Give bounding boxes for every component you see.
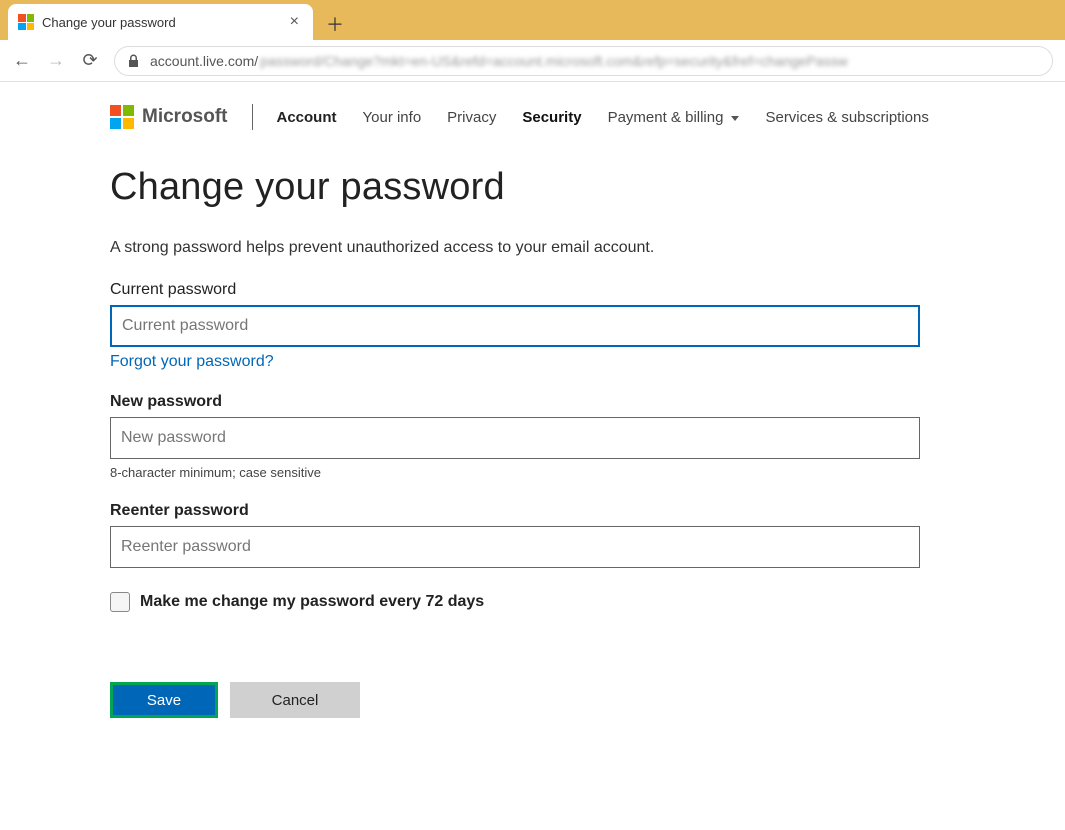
- change-every-72-days-checkbox[interactable]: [110, 592, 130, 612]
- microsoft-favicon-icon: [18, 14, 34, 30]
- reenter-password-label: Reenter password: [110, 502, 920, 520]
- microsoft-logo-text: Microsoft: [142, 106, 228, 128]
- nav-payment-billing[interactable]: Payment & billing: [608, 109, 740, 126]
- page-title: Change your password: [110, 166, 920, 209]
- browser-tab-bar: Change your password × ＋: [0, 0, 1065, 40]
- change-every-72-days-label: Make me change my password every 72 days: [140, 593, 484, 611]
- current-password-input[interactable]: [110, 305, 920, 347]
- back-button[interactable]: ←: [12, 50, 32, 71]
- tab-title: Change your password: [42, 15, 286, 30]
- browser-tab[interactable]: Change your password ×: [8, 4, 313, 40]
- lock-icon: [127, 54, 140, 68]
- reload-button[interactable]: ⟳: [80, 50, 100, 71]
- close-tab-icon[interactable]: ×: [286, 13, 303, 31]
- nav-security[interactable]: Security: [522, 109, 581, 126]
- url-blurred: password/Change?mkt=en-US&refd=account.m…: [260, 53, 848, 69]
- site-header: Microsoft Account Your info Privacy Secu…: [0, 82, 1065, 148]
- nav-payment-label: Payment & billing: [608, 109, 724, 126]
- save-button[interactable]: Save: [110, 682, 218, 718]
- forgot-password-link[interactable]: Forgot your password?: [110, 353, 274, 371]
- microsoft-logo[interactable]: Microsoft: [110, 105, 228, 129]
- url-text: account.live.com/: [150, 53, 258, 69]
- header-divider: [252, 104, 253, 130]
- chevron-down-icon: [731, 116, 739, 121]
- cancel-button[interactable]: Cancel: [230, 682, 360, 718]
- nav-privacy[interactable]: Privacy: [447, 109, 496, 126]
- header-nav: Account Your info Privacy Security Payme…: [277, 109, 929, 126]
- microsoft-logo-icon: [110, 105, 134, 129]
- change-every-72-days-row: Make me change my password every 72 days: [110, 592, 920, 612]
- nav-account[interactable]: Account: [277, 109, 337, 126]
- nav-services[interactable]: Services & subscriptions: [765, 109, 928, 126]
- new-password-input[interactable]: [110, 417, 920, 459]
- browser-toolbar: ← → ⟳ account.live.com/ password/Change?…: [0, 40, 1065, 82]
- new-password-label: New password: [110, 393, 920, 411]
- current-password-group: Current password Forgot your password?: [110, 281, 920, 371]
- new-password-group: New password 8-character minimum; case s…: [110, 393, 920, 480]
- address-bar[interactable]: account.live.com/ password/Change?mkt=en…: [114, 46, 1053, 76]
- reenter-password-input[interactable]: [110, 526, 920, 568]
- nav-your-info[interactable]: Your info: [363, 109, 422, 126]
- reenter-password-group: Reenter password: [110, 502, 920, 568]
- current-password-label: Current password: [110, 281, 920, 299]
- page-subtitle: A strong password helps prevent unauthor…: [110, 239, 920, 257]
- forward-button[interactable]: →: [46, 50, 66, 71]
- new-tab-button[interactable]: ＋: [319, 8, 351, 40]
- main-content: Change your password A strong password h…: [0, 148, 920, 718]
- button-row: Save Cancel: [110, 682, 920, 718]
- password-hint: 8-character minimum; case sensitive: [110, 465, 920, 480]
